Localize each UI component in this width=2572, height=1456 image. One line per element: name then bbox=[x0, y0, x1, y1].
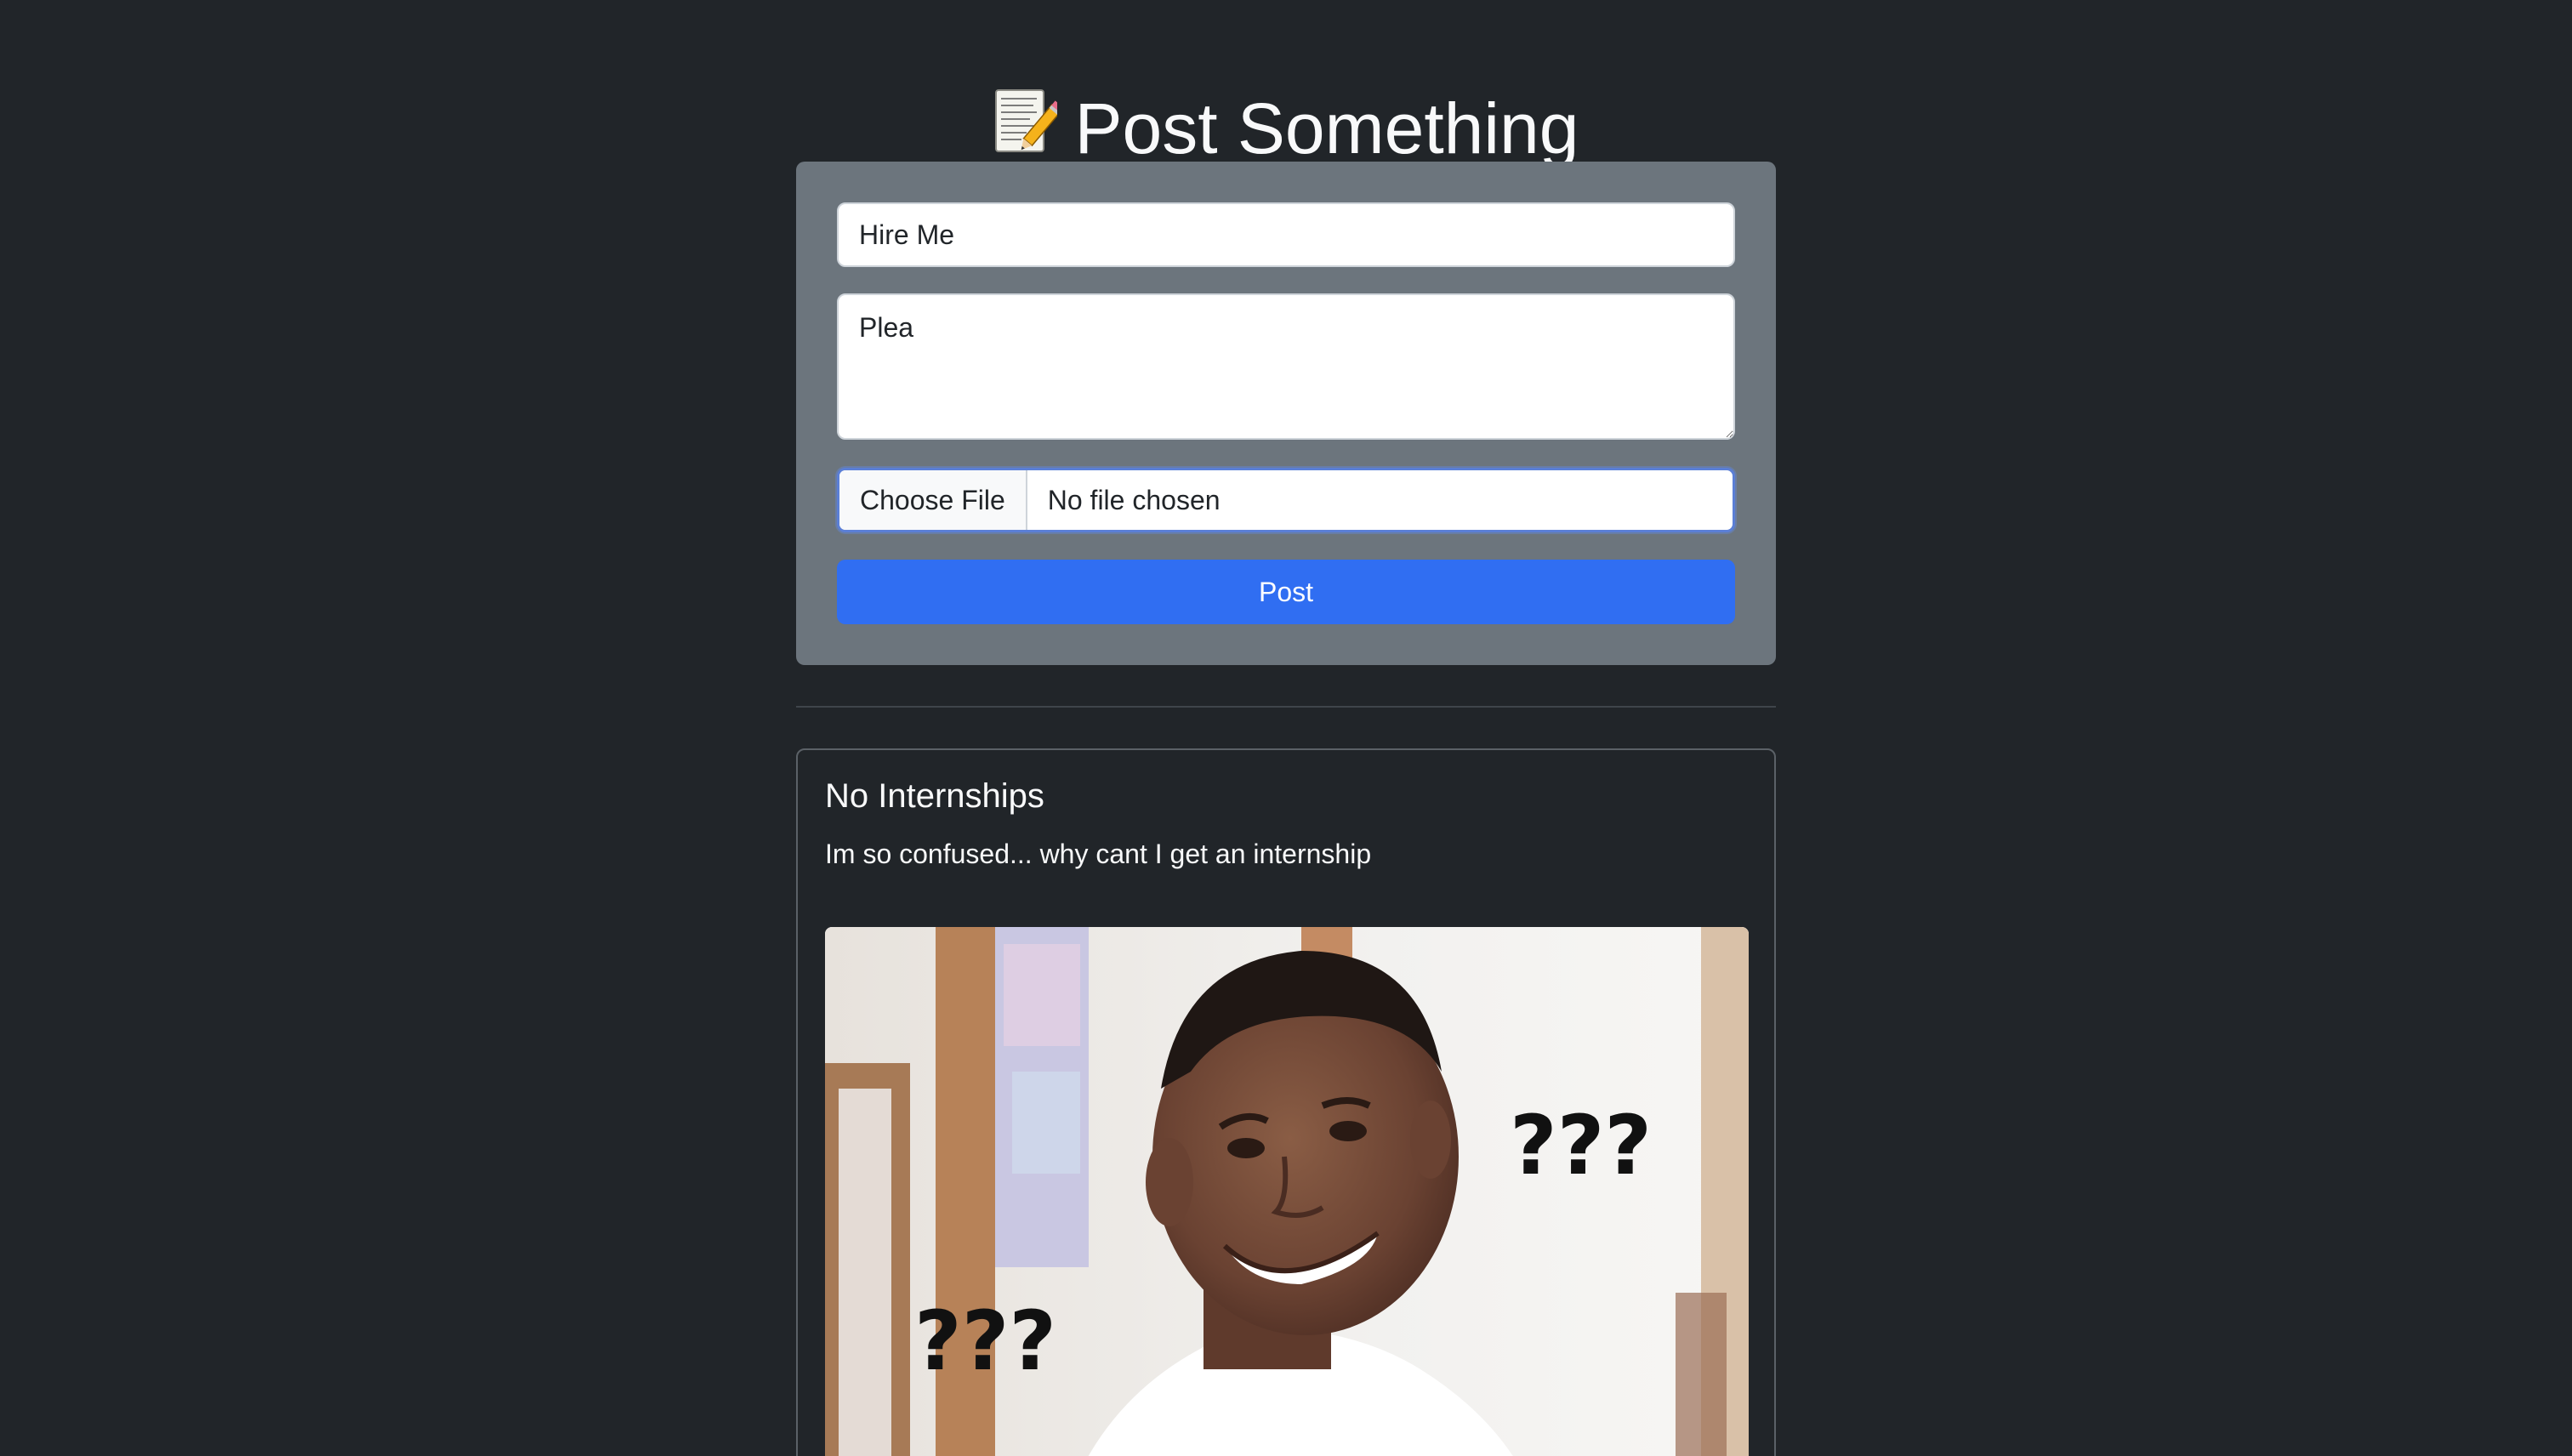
question-marks-left: ??? bbox=[914, 1294, 1056, 1389]
post-card: No Internships Im so confused... why can… bbox=[796, 748, 1776, 1456]
divider bbox=[796, 706, 1776, 708]
page: Post Something Plea Choose File No file … bbox=[0, 0, 2572, 1456]
body-textarea[interactable]: Plea bbox=[837, 293, 1735, 440]
file-input[interactable]: Choose File No file chosen bbox=[837, 468, 1735, 532]
page-title-text: Post Something bbox=[1074, 88, 1579, 169]
overlay-text-left: ??? bbox=[914, 1294, 1056, 1389]
overlay-text-right: ??? bbox=[1510, 1098, 1652, 1193]
choose-file-button[interactable]: Choose File bbox=[839, 470, 1027, 530]
post-form: Plea Choose File No file chosen Post bbox=[796, 162, 1776, 665]
post-body: Im so confused... why cant I get an inte… bbox=[825, 839, 1372, 869]
title-input[interactable] bbox=[837, 202, 1735, 267]
question-marks-right: ??? bbox=[1510, 1098, 1652, 1193]
file-status-text: No file chosen bbox=[1047, 484, 1221, 515]
post-title: No Internships bbox=[825, 777, 1044, 815]
post-button[interactable]: Post bbox=[837, 560, 1735, 624]
confused-man-meme-image: ??? ??? bbox=[825, 927, 1749, 1456]
